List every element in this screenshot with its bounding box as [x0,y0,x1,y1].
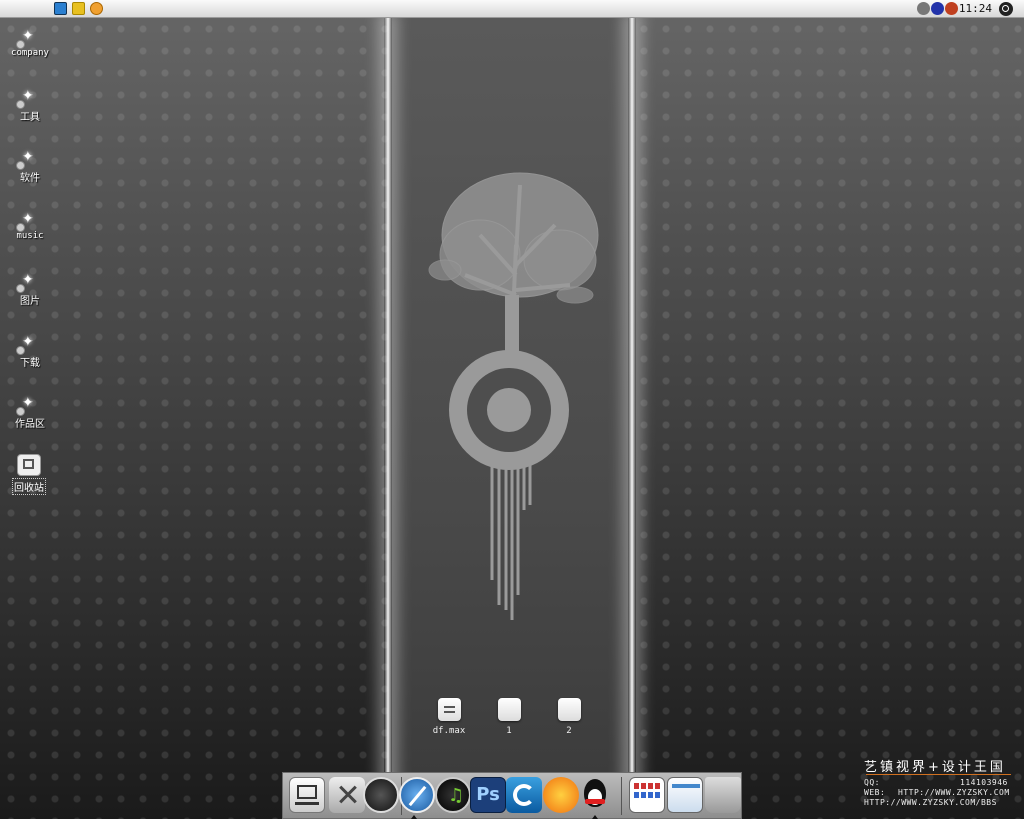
desktop-item-label: company [11,48,49,58]
dock: ♫ Ps [282,772,742,819]
desktop-preview-icon[interactable] [667,777,703,813]
qq-icon[interactable] [577,777,613,813]
light-beam-left [384,18,392,819]
watermark-bbs: HTTP://WWW.ZYZSKY.COM/BBS [864,798,997,807]
max-file-label[interactable]: df.max [424,726,474,736]
desktop-item-label: 图片 [20,296,40,307]
language-icon[interactable] [945,2,958,15]
spotlight-search-icon[interactable] [999,2,1013,16]
dock-separator [621,777,622,815]
safari-icon[interactable] [399,777,435,813]
wallpaper-left [0,18,390,819]
desktop-item-label: 软件 [20,173,40,184]
light-beam-right [628,18,636,819]
desktop-item-label: 工具 [20,112,40,123]
desktop-item-label: 作品区 [15,419,45,430]
watermark-title: 艺镇视界+设计王国 [864,760,1006,775]
qq-pet-icon[interactable] [543,777,579,813]
max-file-icon[interactable] [438,698,461,721]
trash-icon[interactable] [705,777,741,813]
wallpaper-right [633,18,1024,819]
file-1-icon[interactable] [498,698,521,721]
fireworks-icon[interactable] [72,2,85,15]
finder-icon[interactable] [289,777,325,813]
clock-app-icon[interactable] [90,2,103,15]
dashboard-icon[interactable] [363,777,399,813]
file-2-label[interactable]: 2 [544,726,594,736]
tree-target-artwork [428,172,599,620]
desktop-item-label: music [16,231,44,241]
watermark-web: WEB: HTTP://WWW.ZYZSKY.COM [864,788,1010,797]
watermark-divider [866,774,1011,775]
menu-bar: 11:24 [0,0,1024,18]
file-1-label[interactable]: 1 [484,726,534,736]
3dsmax-icon[interactable] [54,2,67,15]
file-2-icon[interactable] [558,698,581,721]
calculator-widget-icon[interactable] [629,777,665,813]
running-indicator [592,815,598,819]
system-tools-icon[interactable] [329,777,365,813]
recycle-bin-label[interactable]: 回收站 [12,478,46,495]
network-status-icon[interactable] [917,2,930,15]
input-method-icon[interactable] [931,2,944,15]
running-indicator [411,815,417,819]
watermark-qq: QQ: 114103946 [864,778,1008,787]
photoshop-icon[interactable]: Ps [470,777,506,813]
desktop-item-label: 下载 [20,358,40,369]
recycle-bin-icon[interactable] [17,454,41,476]
itunes-icon[interactable]: ♫ [435,777,471,813]
3dsmax-icon[interactable] [506,777,542,813]
menu-clock[interactable]: 11:24 [959,2,992,15]
